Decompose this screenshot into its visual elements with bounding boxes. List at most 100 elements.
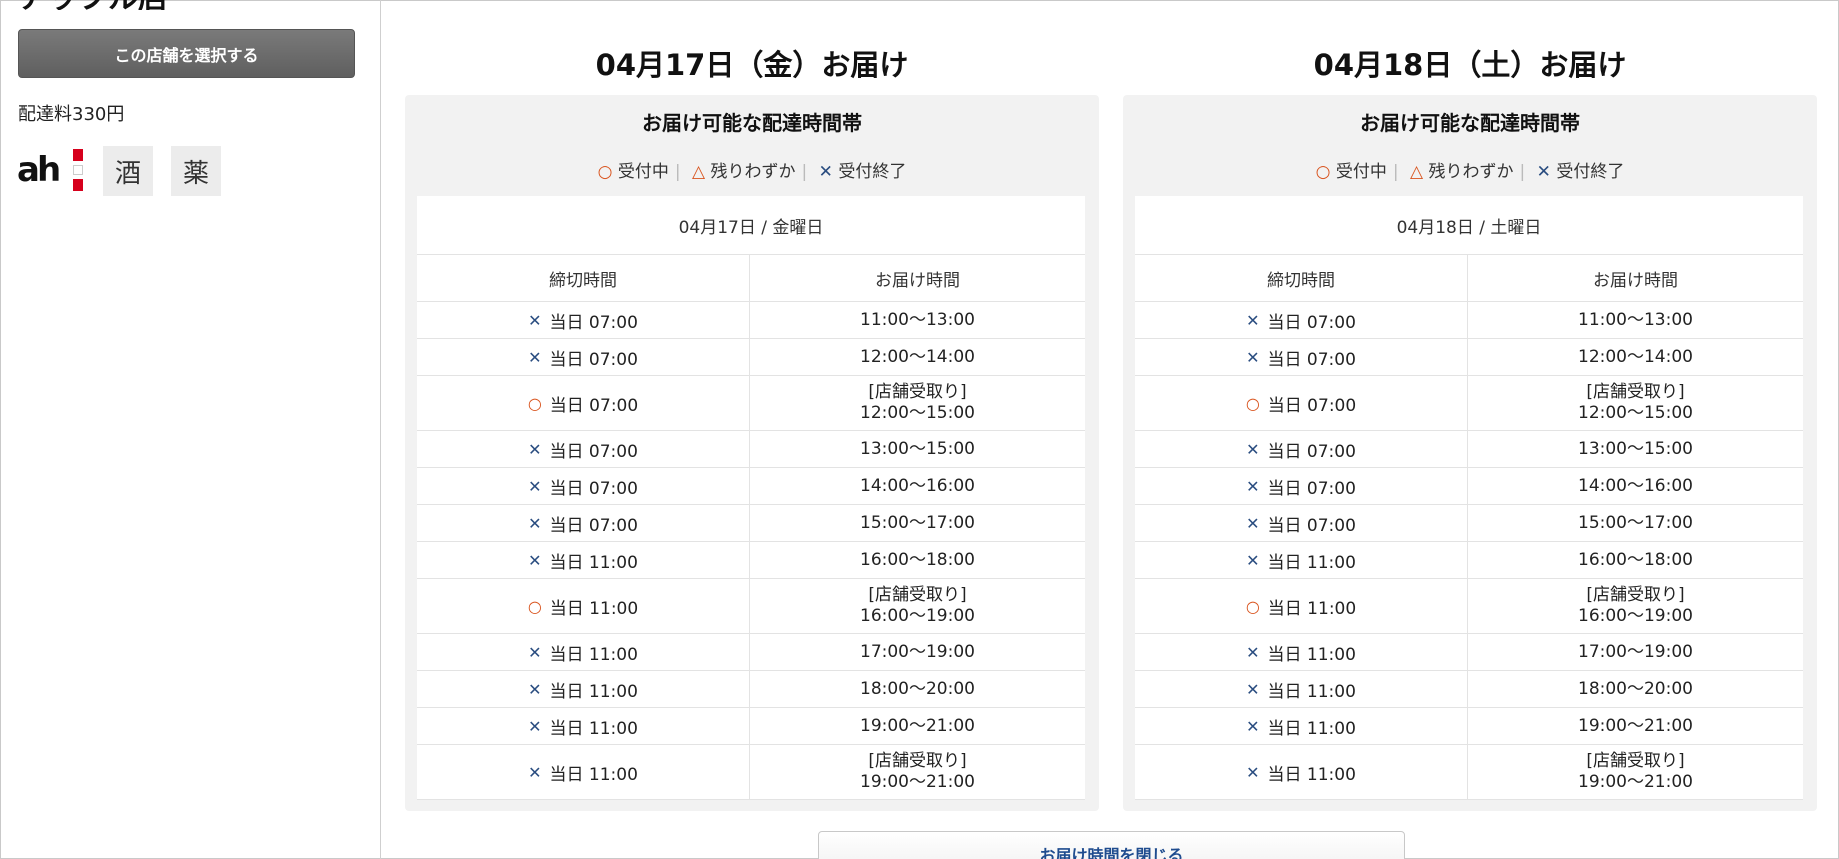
deadline-text: 当日 11:00 (549, 552, 638, 573)
deadline-text: 当日 11:00 (1267, 552, 1356, 573)
delivery-time-cell: 14:00〜16:00 (750, 468, 1085, 504)
day-title: 04月17日（金）お届け (595, 48, 909, 82)
delivery-time-cell: 18:00〜20:00 (1468, 671, 1803, 707)
legend-open-label: 受付中 (617, 162, 669, 182)
delivery-time-text: 12:00〜14:00 (860, 346, 975, 367)
schedule-header: 締切時間 お届け時間 (1135, 255, 1803, 302)
table-row[interactable]: ✕ 当日 11:00 18:00〜20:00 (417, 671, 1085, 708)
deadline-text: 当日 11:00 (1267, 764, 1356, 785)
table-row[interactable]: ✕ 当日 11:00 16:00〜18:00 (1135, 542, 1803, 579)
delivery-time-cell: 14:00〜16:00 (1468, 468, 1803, 504)
delivery-time-text: 15:00〜17:00 (1578, 512, 1693, 533)
panel-title: お届け可能な配達時間帯 (642, 111, 862, 135)
table-row[interactable]: ✕ 当日 07:00 13:00〜15:00 (417, 431, 1085, 468)
delivery-time-cell: [店舗受取り] 16:00〜19:00 (1468, 579, 1803, 633)
delivery-time-cell: 17:00〜19:00 (1468, 634, 1803, 670)
select-store-button[interactable]: この店舗を選択する (18, 29, 355, 78)
deadline-cell: ✕ 当日 07:00 (417, 505, 750, 541)
delivery-time-cell: 19:00〜21:00 (750, 708, 1085, 744)
status-legend: ○ 受付中 | △ 残りわずか | ✕ 受付終了 (597, 162, 907, 182)
deadline-cell: ○ 当日 07:00 (1135, 376, 1468, 430)
table-row[interactable]: ✕ 当日 07:00 15:00〜17:00 (1135, 505, 1803, 542)
close-delivery-times-button[interactable]: お届け時間を閉じる (818, 831, 1405, 859)
closed-icon: ✕ (528, 310, 542, 330)
table-row[interactable]: ○ 当日 07:00 [店舗受取り] 12:00〜15:00 (417, 376, 1085, 431)
table-row[interactable]: ✕ 当日 07:00 11:00〜13:00 (417, 302, 1085, 339)
table-row[interactable]: ✕ 当日 11:00 [店舗受取り] 19:00〜21:00 (1135, 745, 1803, 800)
delivery-time-text: 14:00〜16:00 (860, 475, 975, 496)
delivery-time-cell: 18:00〜20:00 (750, 671, 1085, 707)
delivery-time-text: 13:00〜15:00 (1578, 438, 1693, 459)
table-row[interactable]: ✕ 当日 07:00 11:00〜13:00 (1135, 302, 1803, 339)
delivery-time-cell: 13:00〜15:00 (1468, 431, 1803, 467)
deadline-text: 当日 11:00 (1267, 681, 1356, 702)
few-icon: △ (1410, 162, 1424, 182)
table-row[interactable]: ✕ 当日 11:00 17:00〜19:00 (1135, 634, 1803, 671)
closed-icon: ✕ (528, 642, 542, 662)
deadline-text: 当日 07:00 (549, 441, 638, 462)
closed-icon: ✕ (528, 439, 542, 459)
deadline-text: 当日 11:00 (549, 764, 638, 785)
table-row[interactable]: ✕ 当日 07:00 15:00〜17:00 (417, 505, 1085, 542)
schedule-header: 締切時間 お届け時間 (417, 255, 1085, 302)
closed-icon: ✕ (1246, 679, 1260, 699)
deadline-cell: ✕ 当日 07:00 (1135, 302, 1468, 338)
table-row[interactable]: ✕ 当日 11:00 19:00〜21:00 (417, 708, 1085, 745)
table-row[interactable]: ✕ 当日 11:00 [店舗受取り] 19:00〜21:00 (417, 745, 1085, 800)
closed-icon: ✕ (1536, 162, 1551, 182)
legend-closed-label: 受付終了 (1556, 162, 1625, 182)
ah-logo-icon: ah (17, 147, 83, 195)
deadline-text: 当日 07:00 (1267, 441, 1356, 462)
table-row[interactable]: ✕ 当日 11:00 19:00〜21:00 (1135, 708, 1803, 745)
table-row[interactable]: ✕ 当日 11:00 17:00〜19:00 (417, 634, 1085, 671)
delivery-time-text: 15:00〜17:00 (860, 512, 975, 533)
closed-icon: ✕ (1246, 439, 1260, 459)
closed-icon: ✕ (818, 162, 833, 182)
table-row[interactable]: ○ 当日 11:00 [店舗受取り] 16:00〜19:00 (417, 579, 1085, 634)
delivery-time-cell: 12:00〜14:00 (750, 339, 1085, 375)
legend-few-label: 残りわずか (1428, 162, 1514, 182)
closed-icon: ✕ (528, 513, 542, 533)
delivery-column-header: お届け時間 (1593, 270, 1678, 291)
delivery-time-text: 19:00〜21:00 (1578, 715, 1693, 736)
table-row[interactable]: ✕ 当日 11:00 18:00〜20:00 (1135, 671, 1803, 708)
deadline-cell: ✕ 当日 11:00 (1135, 542, 1468, 578)
delivery-time-text: 18:00〜20:00 (860, 678, 975, 699)
panel-title: お届け可能な配達時間帯 (1360, 111, 1580, 135)
deadline-cell: ○ 当日 07:00 (417, 376, 750, 430)
delivery-time-text: 16:00〜19:00 (860, 606, 975, 626)
delivery-time-cell: 12:00〜14:00 (1468, 339, 1803, 375)
deadline-text: 当日 11:00 (549, 598, 639, 619)
medicine-tag-icon: 薬 (171, 146, 221, 196)
deadline-cell: ✕ 当日 11:00 (1135, 745, 1468, 799)
delivery-time-text: 19:00〜21:00 (860, 772, 975, 792)
delivery-time-cell: 19:00〜21:00 (1468, 708, 1803, 744)
table-row[interactable]: ✕ 当日 07:00 12:00〜14:00 (1135, 339, 1803, 376)
deadline-text: 当日 11:00 (1267, 718, 1356, 739)
deadline-text: 当日 11:00 (1267, 644, 1356, 665)
deadline-cell: ✕ 当日 07:00 (417, 339, 750, 375)
deadline-column-header: 締切時間 (417, 255, 750, 301)
delivery-time-text: 13:00〜15:00 (860, 438, 975, 459)
closed-icon: ✕ (1246, 476, 1260, 496)
delivery-time-cell: 17:00〜19:00 (750, 634, 1085, 670)
deadline-cell: ✕ 当日 11:00 (417, 745, 750, 799)
closed-icon: ✕ (528, 716, 542, 736)
deadline-cell: ✕ 当日 11:00 (417, 708, 750, 744)
open-icon: ○ (527, 596, 542, 616)
deadline-text: 当日 07:00 (1267, 478, 1356, 499)
open-icon: ○ (597, 162, 613, 182)
deadline-cell: ✕ 当日 07:00 (417, 302, 750, 338)
table-row[interactable]: ✕ 当日 11:00 16:00〜18:00 (417, 542, 1085, 579)
table-row[interactable]: ✕ 当日 07:00 14:00〜16:00 (417, 468, 1085, 505)
store-pickup-label: [店舗受取り] (1586, 382, 1685, 402)
deadline-text: 当日 11:00 (549, 644, 638, 665)
table-row[interactable]: ○ 当日 11:00 [店舗受取り] 16:00〜19:00 (1135, 579, 1803, 634)
table-row[interactable]: ○ 当日 07:00 [店舗受取り] 12:00〜15:00 (1135, 376, 1803, 431)
delivery-column-header: お届け時間 (875, 270, 960, 291)
closed-icon: ✕ (1246, 642, 1260, 662)
table-row[interactable]: ✕ 当日 07:00 13:00〜15:00 (1135, 431, 1803, 468)
table-row[interactable]: ✕ 当日 07:00 12:00〜14:00 (417, 339, 1085, 376)
table-row[interactable]: ✕ 当日 07:00 14:00〜16:00 (1135, 468, 1803, 505)
delivery-time-text: 12:00〜14:00 (1578, 346, 1693, 367)
